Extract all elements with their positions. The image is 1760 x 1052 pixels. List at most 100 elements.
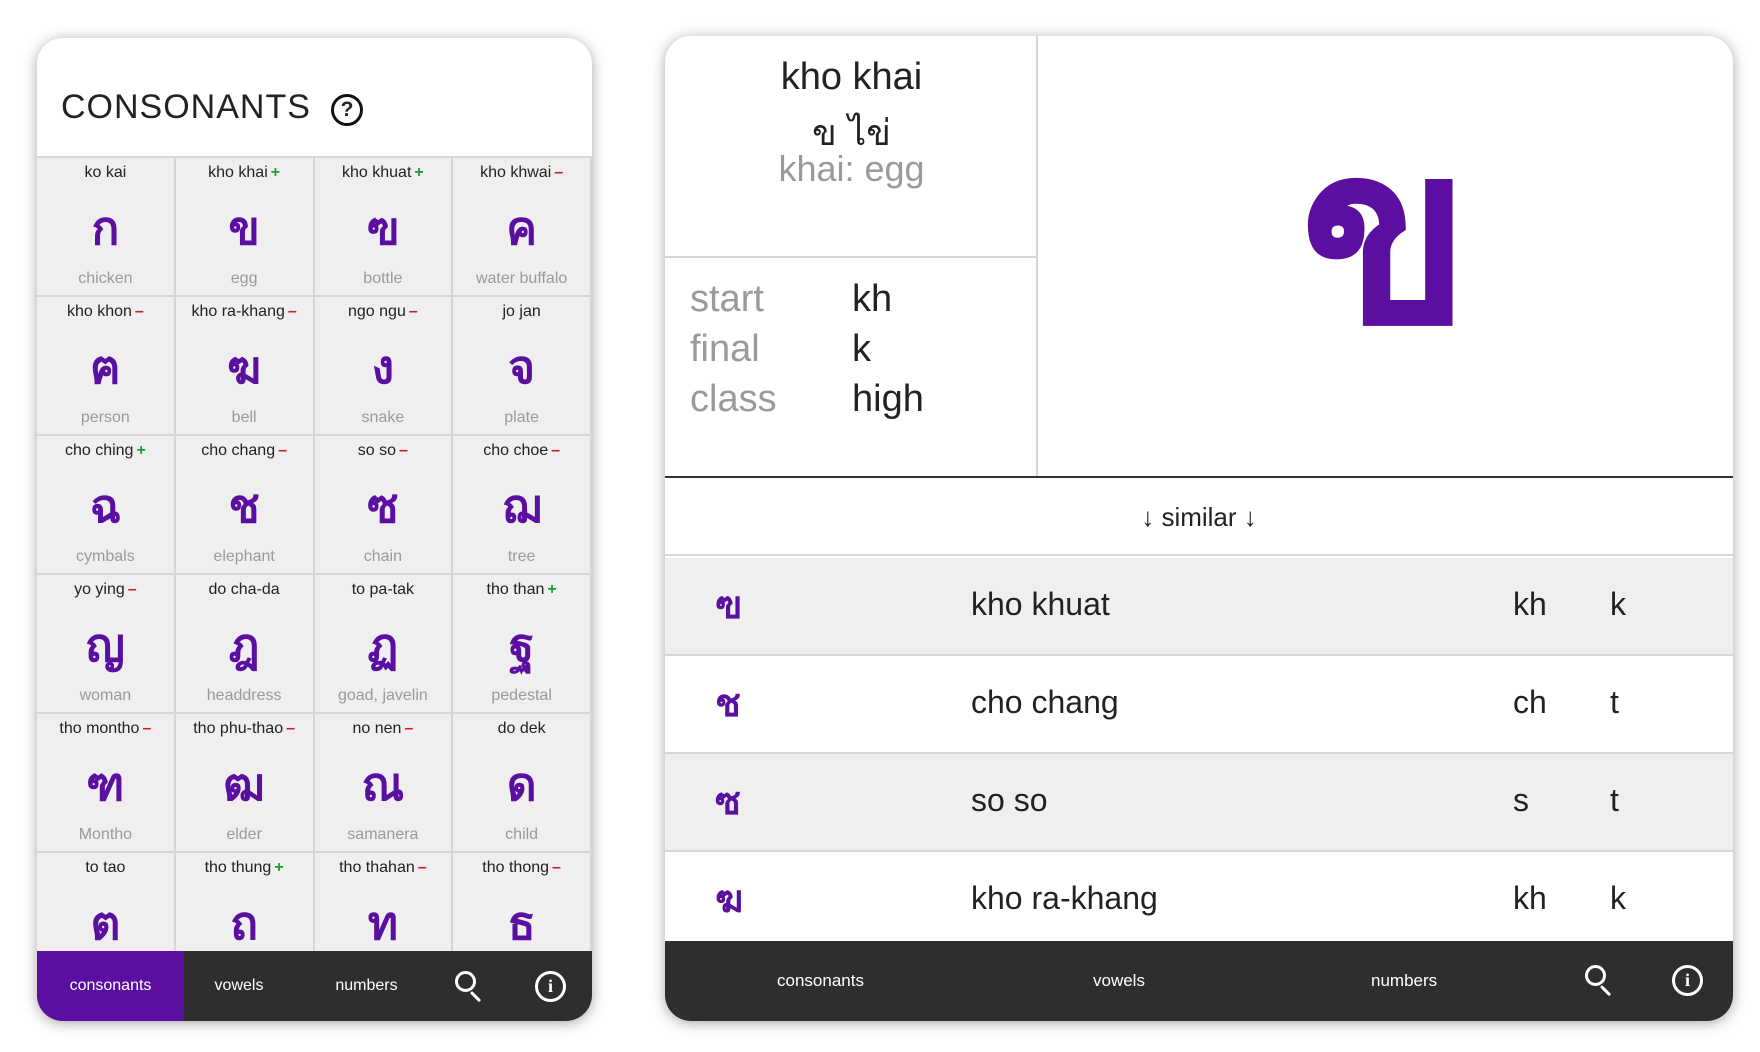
consonant-cell[interactable]: jo jan จ plate [453,297,592,436]
similar-char: ซ [715,779,741,823]
consonant-cell[interactable]: tho thong – ธ [453,853,592,951]
consonant-name: tho thong – [453,859,590,877]
consonant-name-text: jo jan [502,303,541,320]
consonant-name-text: tho than [486,581,545,598]
consonant-char: ฌ [501,479,542,533]
consonant-cell[interactable]: ko kai ก chicken [37,158,176,297]
similar-row[interactable]: ฃ kho khuat kh k [665,558,1733,656]
tab-numbers[interactable]: numbers [294,951,439,1021]
consonant-name: tho thung + [176,859,313,877]
minus-mark: – [399,442,408,459]
consonant-name: ko kai [37,164,174,182]
consonant-name-text: tho thahan [339,859,415,876]
help-icon[interactable]: ? [331,94,363,126]
consonant-name-text: tho phu-thao [193,720,284,737]
minus-mark: – [278,442,287,459]
consonant-grid: ko kai ก chicken kho khai + ข egg kho khuat + ฃ bo… [37,156,592,951]
consonant-char: ธ [507,896,536,950]
search-icon[interactable] [1585,965,1615,997]
consonant-cell[interactable]: kho khon – ฅ person [37,297,176,436]
prop-value-start: kh [852,278,893,320]
tab-consonants[interactable]: consonants [777,941,864,1021]
consonant-cell[interactable]: tho phu-thao – ฒ elder [175,714,315,853]
consonant-name-text: tho thong [482,859,550,876]
consonant-name-text: to tao [85,859,126,876]
consonant-cell[interactable]: kho ra-khang – ฆ bell [175,297,315,436]
info-icon[interactable]: i [535,971,566,1002]
consonant-cell[interactable]: tho montho – ฑ Montho [37,714,176,853]
similar-name: kho ra-khang [971,880,1158,916]
consonant-char: ฅ [89,340,121,394]
consonant-char: ฃ [366,201,400,255]
consonant-name: cho ching + [37,442,174,460]
consonant-cell[interactable]: so so – ซ chain [314,436,454,575]
prop-value-class: high [852,378,924,420]
consonant-cell[interactable]: kho khwai – ค water buffalo [453,158,592,297]
consonant-name-text: kho khwai [480,164,552,181]
consonant-cell[interactable]: tho thahan – ท [314,853,454,951]
consonant-cell[interactable]: do dek ด child [453,714,592,853]
consonant-char: จ [508,340,536,394]
consonant-name-text: tho montho [59,720,140,737]
tab-consonants[interactable]: consonants [37,951,184,1021]
similar-row[interactable]: ซ so so s t [665,754,1733,852]
consonant-cell[interactable]: tho than + ฐ pedestal [453,575,592,714]
minus-mark: – [287,303,297,320]
consonant-cell[interactable]: cho chang – ช elephant [175,436,315,575]
plus-mark: + [414,164,424,181]
consonant-cell[interactable]: ngo ngu – ง snake [314,297,454,436]
similar-heading: ↓ similar ↓ [665,478,1733,556]
plus-mark: + [136,442,146,459]
similar-final: k [1610,880,1626,916]
consonant-char: ง [371,340,395,394]
consonant-cell[interactable]: tho thung + ถ [175,853,315,951]
consonant-name-text: no nen [352,720,402,737]
consonant-name: kho ra-khang – [176,303,313,321]
consonant-cell[interactable]: cho choe – ฌ tree [453,436,592,575]
similar-char: ฆ [715,877,744,921]
search-icon[interactable] [455,971,485,1003]
consonant-meaning: plate [504,409,539,426]
consonant-char: ฒ [223,757,265,811]
prop-label-final: final [690,328,760,370]
info-icon[interactable]: i [1672,965,1703,996]
consonant-cell[interactable]: kho khuat + ฃ bottle [314,158,454,297]
consonant-meaning: snake [361,409,405,426]
consonant-cell[interactable]: do cha-da ฎ headdress [175,575,315,714]
consonant-meaning: egg [230,270,258,287]
letter-name: kho khai [780,56,923,98]
consonant-name-text: do dek [497,720,546,737]
consonant-cell[interactable]: to pa-tak ฏ goad, javelin [314,575,454,714]
consonant-char: ช [228,479,260,533]
consonant-meaning: woman [79,687,132,704]
tab-numbers[interactable]: numbers [1371,941,1437,1021]
similar-final: k [1610,586,1626,622]
consonant-cell[interactable]: to tao ต [37,853,176,951]
consonant-char: ญ [85,618,125,672]
consonant-name: to tao [37,859,174,877]
similar-start: ch [1513,684,1547,720]
consonant-name: jo jan [453,303,590,321]
consonant-cell[interactable]: kho khai + ข egg [175,158,315,297]
consonant-name: so so – [315,442,452,460]
minus-mark: – [404,720,414,737]
consonant-cell[interactable]: cho ching + ฉ cymbals [37,436,176,575]
similar-start: kh [1513,586,1547,622]
tab-vowels[interactable]: vowels [184,951,294,1021]
consonant-meaning: pedestal [491,687,552,704]
letter-properties: start kh final k class high [665,258,1038,478]
consonant-cell[interactable]: no nen – ณ samanera [314,714,454,853]
consonant-meaning: person [80,409,130,426]
similar-row[interactable]: ช cho chang ch t [665,656,1733,754]
consonant-cell[interactable]: yo ying – ญ woman [37,575,176,714]
similar-row[interactable]: ฆ kho ra-khang kh k [665,852,1733,941]
consonant-meaning: samanera [347,826,419,843]
consonant-name-text: ngo ngu [348,303,406,320]
consonant-char: ก [91,201,120,255]
consonant-name: tho thahan – [315,859,452,877]
plus-mark: + [274,859,284,876]
consonant-name-text: cho chang [201,442,276,459]
consonant-meaning: tree [507,548,536,565]
consonant-name-text: tho thung [204,859,272,876]
tab-vowels[interactable]: vowels [1093,941,1145,1021]
